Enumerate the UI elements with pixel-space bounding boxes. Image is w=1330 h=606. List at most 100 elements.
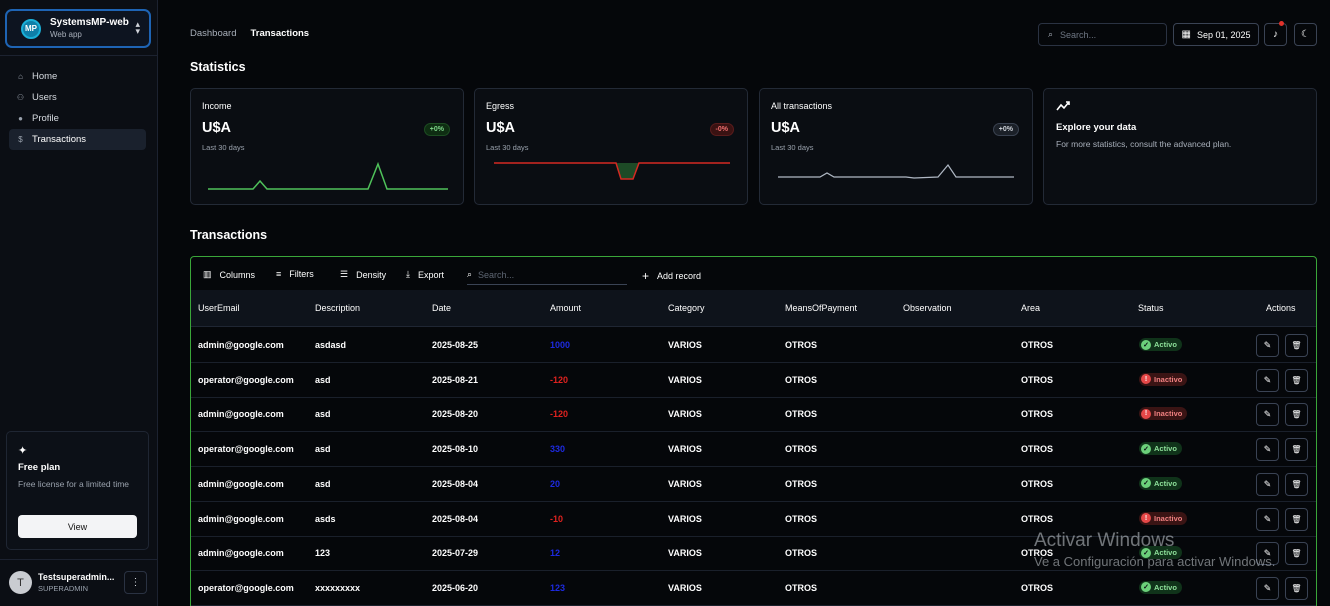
column-header[interactable]: Observation (903, 303, 952, 313)
table-row[interactable]: admin@google.com asd 2025-08-20 -120 VARIOS O… (191, 397, 1316, 433)
cell-amount: -120 (550, 409, 569, 420)
statistics-title: Statistics (190, 60, 246, 74)
cell-description: asd (315, 374, 331, 385)
delete-button[interactable]: 🗑 (1285, 576, 1308, 600)
plan-title: Free plan (18, 462, 61, 473)
date-label: Sep 01, 2025 (1196, 29, 1251, 40)
export-button[interactable]: ⤓ Export (406, 269, 444, 280)
cell-area: OTROS (1021, 374, 1054, 385)
cell-amount: 330 (550, 444, 566, 455)
sidebar-item-label: Profile (32, 113, 59, 124)
egress-card: Egress U$A Last 30 days -0% (474, 88, 748, 205)
status-badge: ! Inactivo (1139, 372, 1188, 386)
column-header[interactable]: Date (432, 303, 451, 313)
column-header[interactable]: Description (315, 303, 360, 313)
table-row[interactable]: operator@google.com asd 2025-08-21 -120 VARI… (191, 363, 1316, 398)
edit-button[interactable]: ✎ (1256, 334, 1279, 357)
edit-button[interactable]: ✎ (1256, 576, 1279, 600)
notifications-button[interactable]: ♪ (1264, 21, 1287, 46)
date-picker-button[interactable]: ▦ Sep 01, 2025 (1173, 23, 1259, 46)
sidebar-item-home[interactable]: ⌂ Home (9, 66, 146, 87)
column-header[interactable]: Amount (550, 303, 581, 313)
column-header[interactable]: Category (668, 303, 705, 313)
status-label: Activo (1154, 340, 1177, 349)
status-label: Inactivo (1154, 513, 1183, 523)
edit-button[interactable]: ✎ (1256, 507, 1279, 531)
cell-description: asdasd (315, 340, 347, 350)
moon-icon: ☾ (1301, 29, 1310, 40)
delete-button[interactable]: 🗑 (1285, 542, 1308, 566)
delete-button[interactable]: 🗑 (1285, 403, 1308, 427)
column-header[interactable]: Area (1021, 303, 1040, 313)
edit-button[interactable]: ✎ (1256, 438, 1279, 462)
cell-description: 123 (315, 548, 331, 559)
filter-icon: ≡ (276, 269, 282, 279)
stat-period: Last 30 days (202, 143, 245, 152)
app-logo: MP (21, 18, 41, 39)
stat-period: Last 30 days (486, 143, 529, 152)
edit-button[interactable]: ✎ (1256, 403, 1279, 427)
filters-label: Filters (289, 269, 314, 279)
status-label: Activo (1154, 582, 1177, 592)
theme-toggle-button[interactable]: ☾ (1294, 23, 1317, 46)
column-header[interactable]: UserEmail (198, 303, 240, 313)
status-badge: ✓ Activo (1139, 476, 1182, 490)
sidebar: MP SystemsMP-web Web app ▴ ▾ ⌂ Home ⚇ Use… (0, 0, 158, 606)
view-plan-button[interactable]: View (18, 515, 137, 538)
egress-sparkline (494, 162, 730, 180)
sidebar-item-transactions[interactable]: $ Transactions (9, 129, 146, 150)
delete-button[interactable]: 🗑 (1285, 507, 1308, 531)
cell-email: admin@google.com (198, 548, 284, 559)
delete-button[interactable]: 🗑 (1285, 368, 1308, 392)
breadcrumb: Dashboard Transactions (190, 28, 309, 39)
table-row[interactable]: operator@google.com asd 2025-08-10 330 VARIO… (191, 432, 1316, 468)
column-header[interactable]: MeansOfPayment (785, 303, 857, 313)
breadcrumb-dashboard[interactable]: Dashboard (190, 28, 236, 39)
cell-area: OTROS (1021, 340, 1054, 350)
table-row[interactable]: admin@google.com asdasd 2025-08-25 1000 VARI… (191, 328, 1316, 363)
cell-payment: OTROS (785, 409, 818, 420)
edit-button[interactable]: ✎ (1256, 472, 1279, 496)
app-subtitle: Web app (50, 29, 82, 39)
cell-date: 2025-07-29 (432, 548, 479, 559)
cell-area: OTROS (1021, 582, 1054, 593)
density-button[interactable]: ☰ Density (340, 269, 386, 280)
cell-area: OTROS (1021, 409, 1054, 420)
cell-amount: -120 (550, 374, 569, 385)
table-header: UserEmail Description Date Amount Catego… (191, 290, 1316, 327)
cell-payment: OTROS (785, 548, 818, 559)
cell-amount: 123 (550, 582, 566, 593)
delete-button[interactable]: 🗑 (1285, 334, 1308, 357)
divider (0, 55, 157, 56)
columns-button[interactable]: ▥ Columns (203, 269, 255, 280)
app-switcher[interactable]: MP SystemsMP-web Web app ▴ ▾ (5, 9, 151, 48)
explore-card[interactable]: Explore your data For more statistics, c… (1043, 88, 1317, 205)
delete-button[interactable]: 🗑 (1285, 438, 1308, 462)
delete-button[interactable]: 🗑 (1285, 472, 1308, 496)
density-label: Density (356, 269, 387, 280)
add-record-button[interactable]: + Add record (642, 269, 701, 283)
check-circle-icon: ✓ (1141, 582, 1151, 593)
transactions-title: Transactions (190, 228, 268, 242)
sidebar-item-profile[interactable]: ● Profile (9, 108, 146, 129)
sidebar-item-label: Transactions (32, 134, 87, 145)
cell-category: VARIOS (668, 374, 702, 385)
cell-date: 2025-06-20 (432, 582, 479, 593)
cell-category: VARIOS (668, 478, 702, 489)
dollar-icon: $ (18, 135, 23, 144)
status-label: Inactivo (1154, 409, 1183, 419)
cell-payment: OTROS (785, 582, 818, 593)
edit-button[interactable]: ✎ (1256, 368, 1279, 392)
table-row[interactable]: admin@google.com asd 2025-08-04 20 VARIOS OTR… (191, 467, 1316, 502)
grid-search-input[interactable]: ⌕ Search... (467, 265, 627, 285)
breadcrumb-current: Transactions (250, 28, 310, 39)
table-row[interactable]: operator@google.com xxxxxxxxx 2025-06-20 12… (191, 571, 1316, 606)
alert-circle-icon: ! (1141, 374, 1151, 385)
search-input[interactable]: ⌕ Search... (1038, 23, 1167, 46)
check-circle-icon: ✓ (1141, 443, 1151, 454)
column-header[interactable]: Status (1138, 303, 1164, 313)
sidebar-item-users[interactable]: ⚇ Users (9, 87, 146, 108)
filters-button[interactable]: ≡ Filters (276, 269, 314, 279)
more-vertical-icon[interactable]: ⋮ (124, 571, 147, 594)
stat-value: U$A (771, 120, 801, 136)
